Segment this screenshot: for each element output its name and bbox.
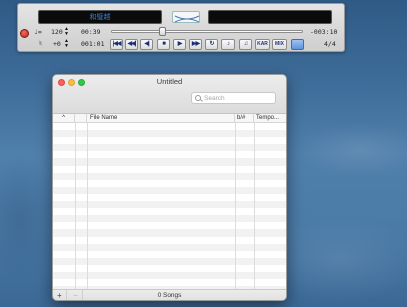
skip-to-start-icon: |◀◀ (112, 41, 122, 47)
time-signature: 4/4 (324, 40, 336, 48)
rewind-button[interactable]: ◀| (140, 39, 153, 50)
skip-to-start-button[interactable]: |◀◀ (110, 39, 123, 50)
previous-icon: ◀◀| (127, 41, 137, 47)
stop-icon: ■ (162, 41, 166, 47)
fast-forward-button[interactable]: ▶▶ (189, 39, 202, 50)
playlist-window: Untitled ^ File Name b/# Tempo... + − 0 … (52, 74, 287, 301)
window-footer: + − 0 Songs (53, 289, 286, 300)
mixer-label: MIX (275, 41, 284, 47)
column-header-tempo[interactable]: Tempo... (254, 114, 286, 123)
fast-forward-icon: ▶▶ (191, 41, 200, 47)
player-logo (172, 11, 200, 23)
search-icon (195, 95, 201, 101)
tempo-stepper[interactable]: ▲ ▼ (64, 27, 69, 37)
column-divider (254, 123, 255, 289)
bar-position: 001:01 (81, 40, 105, 48)
repeat-button[interactable]: ↻ (205, 39, 218, 50)
remaining-time: -003:10 (310, 28, 338, 36)
column-divider (75, 123, 76, 289)
play-icon: ▶ (177, 41, 183, 47)
transpose-stepper[interactable]: ▲ ▼ (64, 39, 69, 49)
rewind-icon: ◀| (144, 41, 149, 47)
mixer-button[interactable]: MIX (272, 39, 287, 50)
song-count: 0 Songs (157, 292, 182, 299)
column-header-blank[interactable] (75, 114, 87, 123)
tempo-value: 120 (51, 28, 63, 36)
transpose-label: ♮ (38, 39, 43, 48)
karaoke-button[interactable]: KAR (255, 39, 270, 50)
mute-button[interactable]: ♪ (221, 39, 235, 50)
view-toggle-button[interactable] (291, 39, 304, 50)
repeat-icon: ↻ (209, 41, 214, 47)
song-progress-track[interactable] (111, 30, 303, 33)
karaoke-label: KAR (257, 41, 268, 47)
lyrics-display (208, 10, 332, 24)
song-progress-knob[interactable] (159, 27, 167, 36)
stop-button[interactable]: ■ (157, 39, 170, 50)
previous-song-button[interactable]: ◀◀| (125, 39, 138, 50)
song-title-display: 和璧越 (38, 10, 162, 24)
window-titlebar[interactable]: Untitled (53, 75, 286, 114)
mute-icon: ♪ (227, 41, 230, 47)
column-header-sort[interactable]: ^ (53, 114, 75, 123)
window-title: Untitled (156, 77, 183, 86)
metronome-button[interactable]: ♫ (239, 39, 252, 50)
elapsed-time: 00:39 (81, 28, 101, 36)
sort-ascending-icon: ^ (62, 115, 65, 121)
transpose-value: +0 (53, 40, 61, 48)
column-divider (235, 123, 236, 289)
record-icon[interactable] (20, 29, 29, 38)
metronome-icon: ♫ (243, 41, 248, 47)
column-header-file-name[interactable]: File Name (87, 114, 235, 123)
midi-player-bar: 和璧越 ♩= 120 ▲ ▼ ♮ +0 ▲ ▼ 00:39 001:01 -003:… (17, 3, 345, 52)
column-divider (87, 123, 88, 289)
search-input[interactable] (204, 93, 272, 103)
table-header: ^ File Name b/# Tempo... (53, 114, 286, 123)
tempo-label: ♩= (34, 28, 42, 36)
column-header-key[interactable]: b/# (235, 114, 254, 123)
play-button[interactable]: ▶ (173, 39, 186, 50)
search-field[interactable] (191, 92, 276, 104)
